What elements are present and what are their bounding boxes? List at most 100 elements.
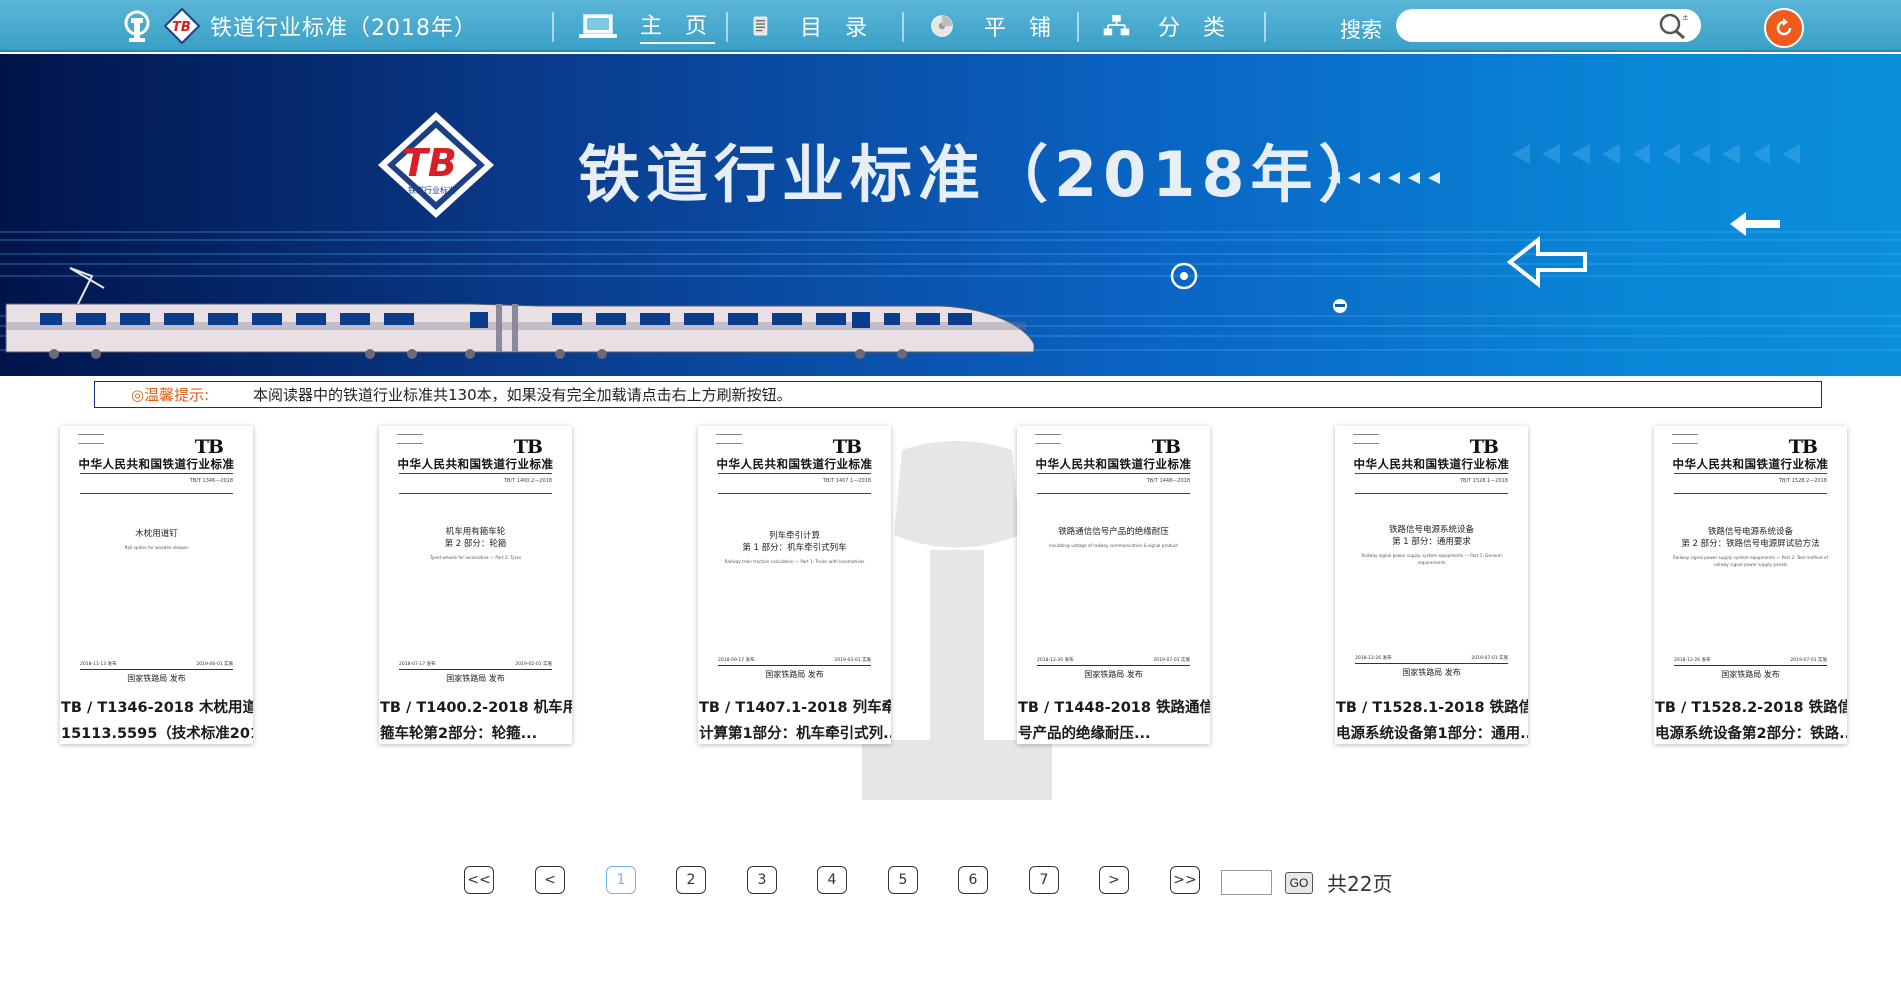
book-cover[interactable]: TB 中华人民共和国铁道行业标准 TB/T 1400.2—2018 机车用有箍车… [379,426,572,694]
cover-dates: 2018-12-20 发布 2019-07-01 实施 [1037,658,1190,663]
book-card[interactable]: TB 中华人民共和国铁道行业标准 TB/T 1448—2018 铁路通信信号产品… [1017,426,1210,744]
cover-title: 列车牵引计算第 1 部分：机车牵引式列车 [742,531,847,553]
cover-country: 中华人民共和国铁道行业标准 [1672,457,1829,471]
cover-country: 中华人民共和国铁道行业标准 [397,457,554,471]
cover-title-en: Rail spikes for wooden sleeper [124,545,189,550]
book-caption[interactable]: TB / T1448-2018 铁路通信信 号产品的绝缘耐压... [1017,694,1210,747]
page-button-6[interactable]: 6 [958,866,988,894]
cover-std-no: TB/T 1407.1—2018 [822,478,871,484]
book-cover[interactable]: TB 中华人民共和国铁道行业标准 TB/T 1528.2—2018 铁路信号电源… [1654,426,1847,694]
page-button-4[interactable]: 4 [817,866,847,894]
refresh-icon [1776,18,1792,36]
cover-rule [1355,493,1508,494]
goto-page-input[interactable] [1221,870,1272,895]
nav-tile[interactable]: 平 铺 [930,8,1059,44]
cover-ics-code [397,434,423,444]
cover-rule [718,493,871,494]
laptop-icon [579,14,617,38]
cover-dates: 2018-07-17 发布 2019-02-01 实施 [399,662,552,667]
cover-ics-code [78,434,104,444]
cover-dates: 2018-12-26 发布 2019-07-01 实施 [1674,658,1827,663]
page-button-3[interactable]: 3 [747,866,777,894]
cover-rule [399,669,552,670]
nav-category-label: 分 类 [1158,16,1233,41]
nav-home-label: 主 页 [640,8,715,44]
book-caption[interactable]: TB / T1528.1-2018 铁路信号 电源系统设备第1部分：通用... [1335,694,1528,747]
next-page-button[interactable]: > [1099,866,1129,894]
document-list-icon [753,16,768,36]
cover-issuer: 国家铁路局 发布 [446,674,505,683]
cover-std-no: TB/T 1528.1—2018 [1459,478,1508,484]
book-cover[interactable]: TB 中华人民共和国铁道行业标准 TB/T 1346—2018 木枕用道钉 Ra… [60,426,253,694]
book-caption[interactable]: TB / T1528.2-2018 铁路信号 电源系统设备第2部分：铁路... [1654,694,1847,747]
cover-rule [1037,473,1190,474]
cover-rule [718,473,871,474]
cover-issuer: 国家铁路局 发布 [127,674,186,683]
nav-divider [1077,12,1079,42]
railway-emblem-icon [124,10,150,42]
banner-title: 铁道行业标准（2018年） [578,138,1387,211]
cover-issuer: 国家铁路局 发布 [1402,668,1461,677]
cover-title: 木枕用道钉 [135,529,178,539]
book-card[interactable]: TB 中华人民共和国铁道行业标准 TB/T 1400.2—2018 机车用有箍车… [379,426,572,744]
go-button[interactable]: GO [1285,872,1313,894]
nav-divider [726,12,728,42]
cover-title-en: Railway train traction calculation — Par… [724,559,865,564]
nav-category[interactable]: 分 类 [1102,8,1233,44]
cover-rule [1355,663,1508,664]
book-card[interactable]: TB 中华人民共和国铁道行业标准 TB/T 1407.1—2018 列车牵引计算… [698,426,891,744]
book-card[interactable]: TB 中华人民共和国铁道行业标准 TB/T 1528.1—2018 铁路信号电源… [1335,426,1528,744]
last-page-button[interactable]: >> [1170,866,1200,894]
notice-text: 本阅读器中的铁道行业标准共130本，如果没有完全加载请点击右上方刷新按钮。 [253,386,792,404]
cover-issuer: 国家铁路局 发布 [765,670,824,679]
page-button-1[interactable]: 1 [606,866,636,894]
book-cover[interactable]: TB 中华人民共和国铁道行业标准 TB/T 1407.1—2018 列车牵引计算… [698,426,891,694]
nav-divider [1264,12,1266,42]
cover-rule [1037,665,1190,666]
cover-rule [718,665,871,666]
cover-title-en: Tyred wheels for locomotive — Part 2: Ty… [429,555,522,560]
cover-tb-mark: TB [1788,436,1818,458]
hero-banner: TB 铁道行业标准 铁道行业标准（2018年） [0,54,1901,376]
cover-dates: 2018-11-13 发布 2019-06-01 实施 [80,662,233,667]
cover-issuer: 国家铁路局 发布 [1721,670,1780,679]
cover-dates: 2018-09-17 发布 2019-03-01 实施 [718,658,871,663]
cover-rule [1674,493,1827,494]
book-card[interactable]: TB 中华人民共和国铁道行业标准 TB/T 1528.2—2018 铁路信号电源… [1654,426,1847,744]
nav-catalog[interactable]: 目 录 [752,8,875,44]
tb-logo-icon: TB [164,8,200,44]
book-cover[interactable]: TB 中华人民共和国铁道行业标准 TB/T 1528.1—2018 铁路信号电源… [1335,426,1528,694]
nav-catalog-label: 目 录 [800,16,875,41]
book-card[interactable]: TB 中华人民共和国铁道行业标准 TB/T 1346—2018 木枕用道钉 Ra… [60,426,253,744]
cover-dates: 2018-12-26 发布 2019-07-01 实施 [1355,656,1508,661]
book-caption[interactable]: TB / T1400.2-2018 机车用有 箍车轮第2部分：轮箍... [379,694,572,747]
first-page-button[interactable]: << [464,866,494,894]
cover-country: 中华人民共和国铁道行业标准 [1035,457,1192,471]
nav-home[interactable]: 主 页 [578,8,715,44]
magnifier-icon[interactable]: ± [1656,11,1690,41]
brand: TB 铁道行业标准（2018年） [120,8,477,44]
cover-ics-code [1353,434,1379,444]
total-pages: 共22页 [1327,872,1393,896]
cover-rule [1674,473,1827,474]
app-title: 铁道行业标准（2018年） [210,16,477,41]
notice-bar: ◎温馨提示: 本阅读器中的铁道行业标准共130本，如果没有完全加载请点击右上方刷… [94,381,1822,408]
book-cover[interactable]: TB 中华人民共和国铁道行业标准 TB/T 1448—2018 铁路通信信号产品… [1017,426,1210,694]
cover-title-en: Insulating voltage of railway communicat… [1049,543,1178,548]
cover-rule [399,493,552,494]
prev-page-button[interactable]: < [535,866,565,894]
cover-title: 铁路信号电源系统设备第 1 部分：通用要求 [1388,525,1474,547]
refresh-button[interactable] [1764,8,1804,48]
page-button-2[interactable]: 2 [676,866,706,894]
nav-divider [902,12,904,42]
cover-rule [80,669,233,670]
book-caption[interactable]: TB / T1407.1-2018 列车牵引 计算第1部分：机车牵引式列... [698,694,891,747]
cover-std-no: TB/T 1528.2—2018 [1778,478,1827,484]
hierarchy-icon [1103,14,1130,36]
cover-title-en: Railway signal power supply system equip… [1673,555,1828,567]
page-button-5[interactable]: 5 [888,866,918,894]
page-button-7[interactable]: 7 [1029,866,1059,894]
book-caption[interactable]: TB / T1346-2018 木枕用道钉15113.5595（技术标准201… [60,694,253,747]
cover-tb-mark: TB [1151,436,1181,458]
svg-text:±: ± [1682,13,1689,22]
